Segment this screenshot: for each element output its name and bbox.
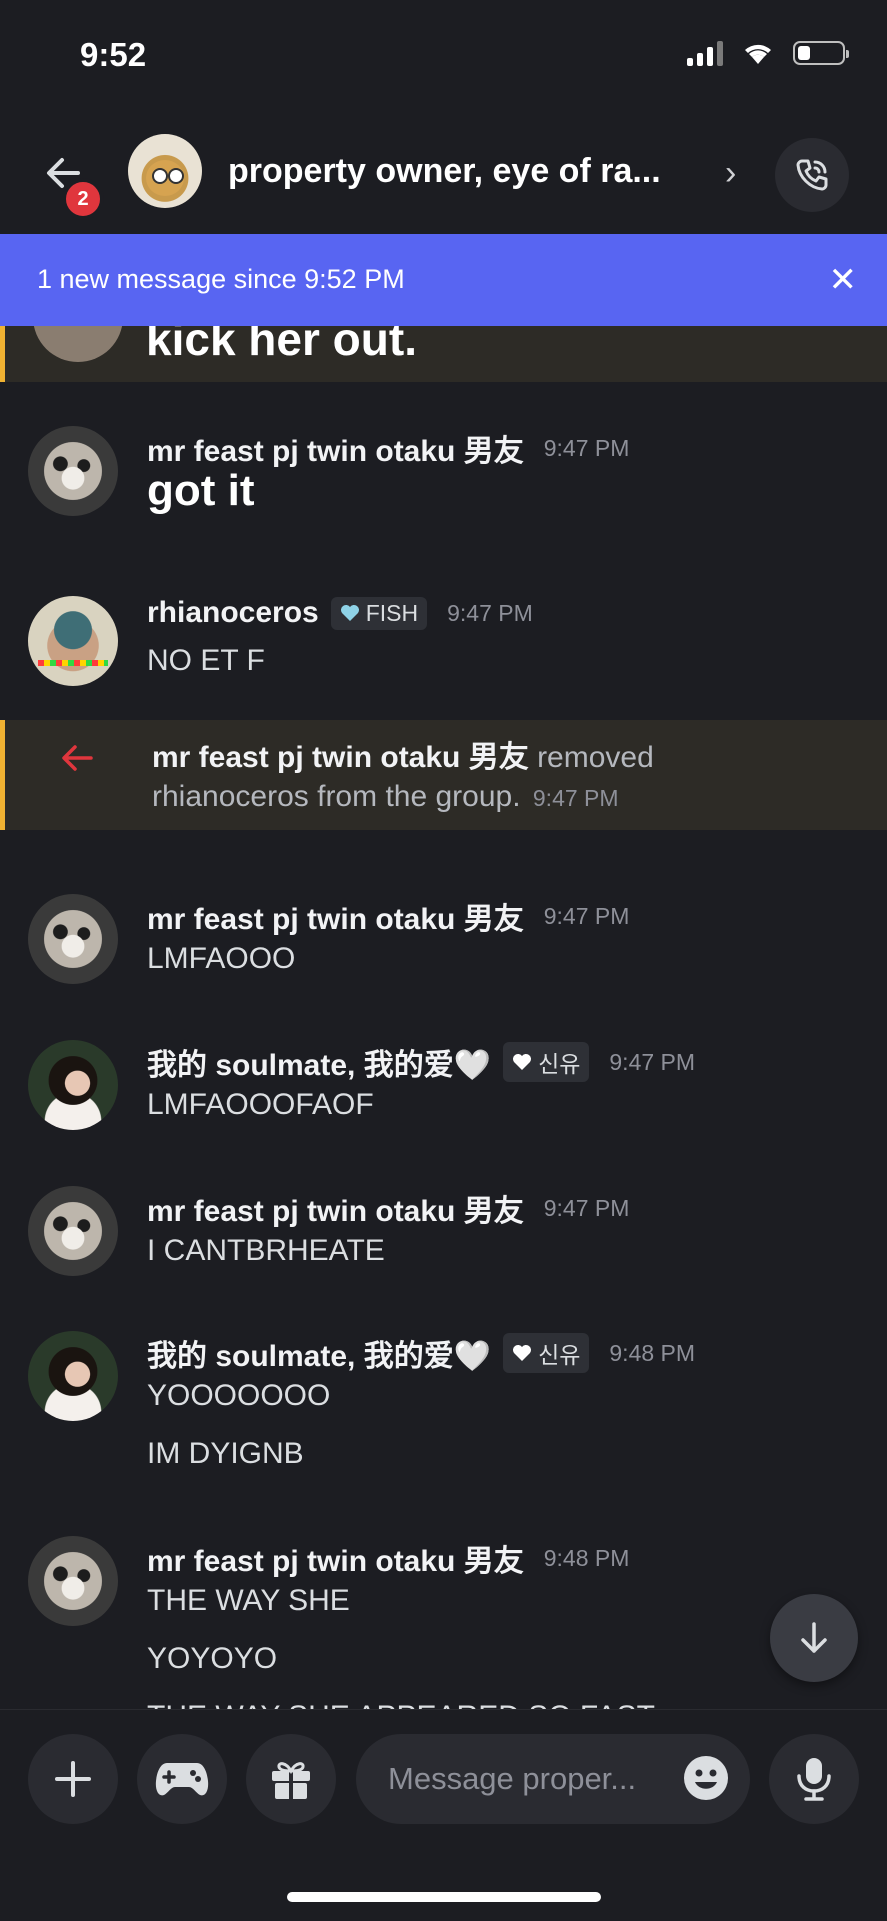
timestamp: 9:47 PM — [543, 902, 630, 929]
group-title[interactable]: property owner, eye of ra... — [228, 152, 661, 191]
timestamp: 9:48 PM — [609, 1339, 696, 1366]
message-text: LMFAOOOFAOF — [147, 1088, 374, 1121]
battery-icon — [793, 41, 849, 65]
close-icon[interactable]: ✕ — [829, 260, 858, 300]
role-tag-label: 신유 — [538, 1342, 581, 1368]
wifi-icon — [745, 44, 771, 64]
message-text: I CANTBRHEATE — [147, 1234, 385, 1267]
signal-icon — [687, 40, 723, 66]
avatar[interactable] — [33, 326, 123, 362]
message-text: LMFAOOO — [147, 942, 296, 975]
chevron-right-icon[interactable]: › — [725, 154, 736, 193]
system-message[interactable]: mr feast pj twin otaku 男友 removed rhiano… — [0, 720, 887, 830]
message-text: THE WAY SHE APPEARED SO FAST — [147, 1700, 655, 1709]
message-text: YOOOOOOO — [147, 1379, 331, 1412]
username[interactable]: mr feast pj twin otaku 男友 — [147, 1186, 524, 1230]
emoji-icon[interactable] — [682, 1754, 730, 1802]
system-line-1: mr feast pj twin otaku 男友 removed — [152, 732, 654, 776]
avatar[interactable] — [28, 1040, 118, 1130]
role-tag[interactable]: 신유 — [503, 1333, 590, 1373]
username[interactable]: mr feast pj twin otaku 男友 — [147, 426, 524, 470]
system-line-2: rhianoceros from the group. 9:47 PM — [152, 780, 619, 814]
timestamp: 9:48 PM — [543, 1544, 630, 1571]
message-text: kick her out. — [146, 326, 417, 365]
message-text: NO ET F — [147, 644, 265, 677]
role-tag[interactable]: FISH — [330, 596, 428, 630]
phone-call-icon — [796, 159, 828, 191]
message-text: IM DYIGNB — [147, 1437, 304, 1470]
message-text: got it — [147, 466, 255, 515]
username[interactable]: mr feast pj twin otaku 男友 — [147, 1536, 524, 1580]
username[interactable]: 我的 soulmate, 我的爱🤍 — [147, 1331, 491, 1375]
attach-button[interactable] — [28, 1734, 118, 1824]
status-time: 9:52 — [80, 36, 147, 73]
call-button[interactable] — [775, 138, 849, 212]
heart-icon — [340, 605, 359, 621]
gift-button[interactable] — [246, 1734, 336, 1824]
timestamp: 9:47 PM — [532, 785, 619, 811]
role-tag-label: 신유 — [538, 1051, 581, 1077]
arrow-down-icon — [801, 1622, 827, 1653]
plus-icon — [55, 1761, 91, 1797]
timestamp: 9:47 PM — [543, 434, 630, 461]
gamepad-icon — [155, 1763, 209, 1796]
role-tag-label: FISH — [365, 599, 419, 626]
timestamp: 9:47 PM — [609, 1048, 696, 1075]
status-icons — [687, 40, 849, 66]
avatar[interactable] — [28, 426, 118, 516]
voice-message-button[interactable] — [769, 1734, 859, 1824]
remove-arrow-icon — [62, 745, 93, 771]
heart-icon — [513, 1345, 532, 1361]
new-messages-text: 1 new message since 9:52 PM — [37, 264, 405, 294]
system-actor[interactable]: mr feast pj twin otaku 男友 — [152, 741, 529, 774]
avatar[interactable] — [28, 1186, 118, 1276]
avatar[interactable] — [28, 1331, 118, 1421]
system-action: removed — [537, 741, 654, 774]
timestamp: 9:47 PM — [543, 1194, 630, 1221]
highlighted-message[interactable]: kick her out. — [0, 326, 887, 382]
activities-button[interactable] — [137, 1734, 227, 1824]
home-indicator — [287, 1892, 601, 1902]
unread-badge: 2 — [62, 178, 104, 220]
username[interactable]: mr feast pj twin otaku 男友 — [147, 894, 524, 938]
avatar[interactable] — [28, 894, 118, 984]
status-bar: 9:52 — [0, 0, 887, 110]
message-text: YOYOYO — [147, 1642, 278, 1675]
message-list[interactable]: kick her out. mr feast pj twin otaku 男友 … — [0, 326, 887, 1709]
microphone-icon — [797, 1758, 831, 1801]
heart-icon — [513, 1054, 532, 1070]
message-input[interactable]: Message proper... — [356, 1734, 750, 1824]
avatar[interactable] — [28, 596, 118, 686]
system-rest: from the group. — [317, 780, 521, 813]
username[interactable]: rhianoceros — [147, 596, 319, 630]
composer-bar: Message proper... — [0, 1709, 887, 1921]
group-avatar[interactable] — [128, 134, 202, 208]
system-target[interactable]: rhianoceros — [152, 780, 309, 813]
role-tag[interactable]: 신유 — [503, 1042, 590, 1082]
gift-icon — [272, 1762, 310, 1799]
jump-to-bottom-button[interactable] — [770, 1594, 858, 1682]
avatar[interactable] — [28, 1536, 118, 1626]
message-input-placeholder: Message proper... — [388, 1761, 637, 1796]
username[interactable]: 我的 soulmate, 我的爱🤍 — [147, 1040, 491, 1084]
message-text: THE WAY SHE — [147, 1584, 350, 1617]
channel-header: 2 property owner, eye of ra... › — [0, 110, 887, 235]
timestamp: 9:47 PM — [447, 599, 533, 626]
new-messages-banner[interactable]: 1 new message since 9:52 PM ✕ — [0, 234, 887, 326]
